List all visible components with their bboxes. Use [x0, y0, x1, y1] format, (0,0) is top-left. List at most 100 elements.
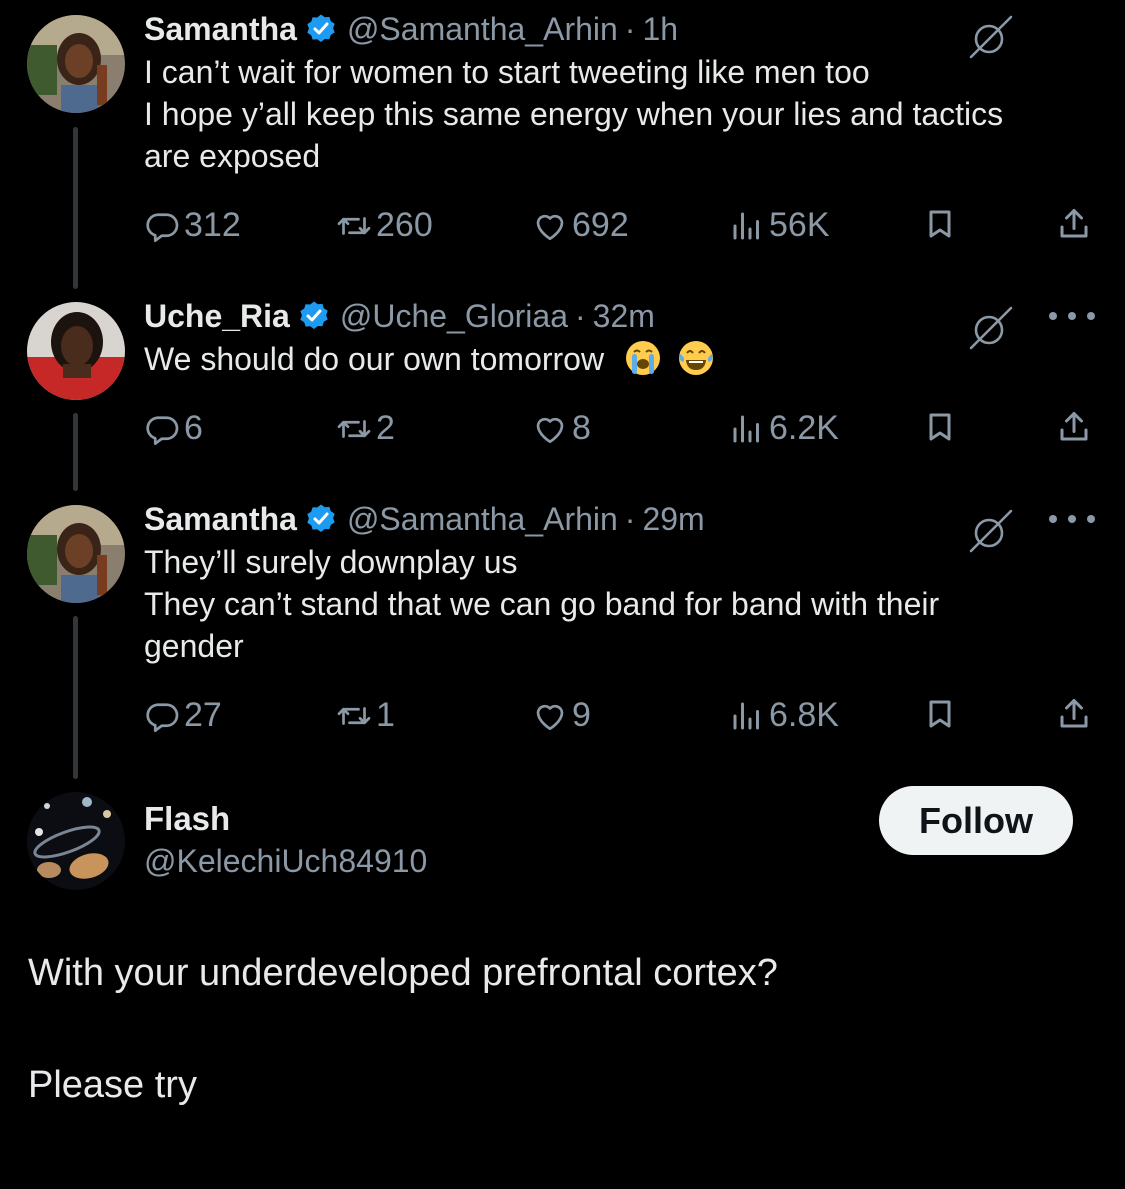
thread-connector-line	[73, 616, 78, 779]
reply-icon	[146, 212, 179, 242]
tweet-timestamp[interactable]: 29m	[642, 501, 704, 538]
display-name[interactable]: Samantha	[144, 11, 297, 48]
separator-dot: ·	[574, 297, 586, 334]
display-name[interactable]: Samantha	[144, 501, 297, 538]
tweet-text-line: They can’t stand that we can go band for…	[144, 586, 940, 622]
thread-tweet-2[interactable]: Uche_Ria @Uche_Gloriaa · 32m We should d…	[144, 296, 1095, 447]
reply-count: 27	[184, 696, 222, 734]
tweet-text: I can’t wait for women to start tweeting…	[144, 51, 1095, 177]
tweet-actions: 6 2 8 6.2K	[144, 409, 1095, 455]
verified-badge-icon	[305, 13, 337, 44]
tears-of-joy-emoji	[678, 341, 713, 375]
views-button[interactable]: 6.2K	[729, 409, 839, 448]
share-button[interactable]	[1056, 696, 1096, 732]
tweet-timestamp[interactable]: 32m	[593, 298, 655, 335]
separator-dot: ·	[624, 10, 636, 47]
reply-button[interactable]: 312	[144, 206, 241, 245]
like-count: 692	[572, 206, 629, 244]
repost-button[interactable]: 2	[336, 409, 395, 448]
reply-button[interactable]: 6	[144, 409, 203, 448]
repost-button[interactable]: 1	[336, 696, 395, 735]
share-button[interactable]	[1056, 206, 1096, 242]
bookmark-button[interactable]	[922, 696, 962, 732]
more-options-icon[interactable]	[1049, 300, 1095, 332]
share-icon	[1060, 699, 1088, 728]
views-icon	[733, 415, 759, 442]
views-icon	[733, 702, 759, 729]
tweet-text-line: We should do our own tomorrow	[144, 341, 605, 377]
more-options-icon[interactable]	[1049, 503, 1095, 535]
view-count: 56K	[769, 206, 830, 244]
view-count: 6.2K	[769, 409, 839, 447]
verified-badge-icon	[305, 503, 337, 534]
bookmark-button[interactable]	[922, 409, 962, 445]
grok-icon[interactable]	[965, 505, 1017, 557]
thread-tweet-1[interactable]: Samantha @Samantha_Arhin · 1h I can’t wa…	[144, 9, 1095, 244]
user-handle[interactable]: @Uche_Gloriaa	[340, 298, 568, 335]
loudly-crying-face-emoji	[625, 341, 660, 375]
share-icon	[1060, 209, 1088, 238]
reply-icon	[146, 702, 179, 732]
tweet-text-line: I hope y’all keep this same energy when …	[144, 96, 1004, 132]
grok-icon[interactable]	[965, 302, 1017, 354]
tweet-text-line: I can’t wait for women to start tweeting…	[144, 54, 870, 90]
bookmark-icon	[929, 413, 951, 441]
reply-count: 6	[184, 409, 203, 447]
display-name[interactable]: Flash	[144, 800, 230, 838]
share-icon	[1060, 412, 1088, 441]
tweet-actions: 27 1 9 6.8K	[144, 696, 1095, 742]
view-count: 6.8K	[769, 696, 839, 734]
thread-connector-line	[73, 127, 78, 289]
grok-icon[interactable]	[965, 11, 1017, 63]
verified-badge-icon	[298, 300, 330, 331]
tweet-text-line: gender	[144, 628, 244, 664]
tweet-header: Samantha @Samantha_Arhin · 29m	[144, 499, 1095, 539]
bookmark-icon	[929, 700, 951, 728]
bookmark-icon	[929, 210, 951, 238]
repost-icon	[337, 419, 371, 438]
display-name[interactable]: Uche_Ria	[144, 298, 290, 335]
like-button[interactable]: 692	[532, 206, 629, 245]
tweet-text: They’ll surely downplay us They can’t st…	[144, 541, 1095, 667]
like-icon	[536, 214, 564, 240]
avatar-uche-ria[interactable]	[27, 302, 125, 400]
repost-button[interactable]: 260	[336, 206, 433, 245]
tweet-timestamp[interactable]: 1h	[642, 11, 678, 48]
like-icon	[536, 704, 564, 730]
share-button[interactable]	[1056, 409, 1096, 445]
repost-count: 2	[376, 409, 395, 447]
bookmark-button[interactable]	[922, 206, 962, 242]
like-count: 8	[572, 409, 591, 447]
user-handle[interactable]: @Samantha_Arhin	[347, 11, 618, 48]
follow-button[interactable]: Follow	[879, 786, 1073, 855]
views-button[interactable]: 56K	[729, 206, 830, 245]
tweet-text: We should do our own tomorrow	[144, 338, 1095, 380]
tweet-actions: 312 260 692 56K	[144, 206, 1095, 252]
avatar-samantha[interactable]	[27, 15, 125, 113]
views-button[interactable]: 6.8K	[729, 696, 839, 735]
repost-count: 1	[376, 696, 395, 734]
avatar-samantha[interactable]	[27, 505, 125, 603]
thread-connector-line	[73, 413, 78, 491]
tweet-text-paragraph: Please try	[28, 1064, 197, 1106]
separator-dot: ·	[624, 500, 636, 537]
like-count: 9	[572, 696, 591, 734]
tweet-header: Samantha @Samantha_Arhin · 1h	[144, 9, 1095, 49]
avatar-flash[interactable]	[27, 792, 125, 890]
repost-icon	[337, 216, 371, 235]
tweet-text-line: They’ll surely downplay us	[144, 544, 518, 580]
like-button[interactable]: 9	[532, 696, 591, 735]
reply-icon	[146, 415, 179, 445]
like-button[interactable]: 8	[532, 409, 591, 448]
tweet-text-line: are exposed	[144, 138, 321, 174]
user-handle[interactable]: @Samantha_Arhin	[347, 501, 618, 538]
tweet-text-paragraph: With your underdeveloped prefrontal cort…	[28, 952, 778, 994]
like-icon	[536, 417, 564, 443]
reply-count: 312	[184, 206, 241, 244]
thread-tweet-3[interactable]: Samantha @Samantha_Arhin · 29m They’ll s…	[144, 499, 1095, 734]
user-handle[interactable]: @KelechiUch84910	[144, 843, 427, 880]
tweet-header: Uche_Ria @Uche_Gloriaa · 32m	[144, 296, 1095, 336]
repost-count: 260	[376, 206, 433, 244]
repost-icon	[337, 706, 371, 725]
reply-button[interactable]: 27	[144, 696, 222, 735]
